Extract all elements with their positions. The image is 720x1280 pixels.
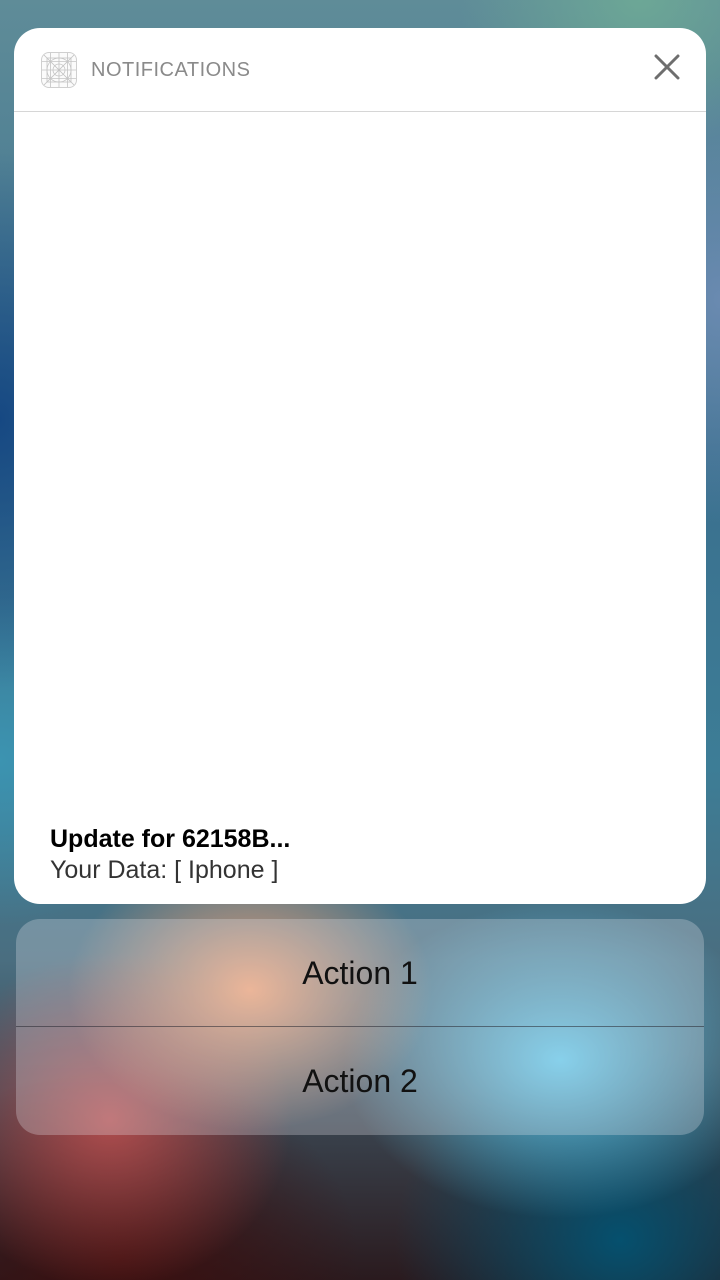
notification-card[interactable]: NOTIFICATIONS Update for 62158B... Your … <box>14 28 706 904</box>
action-2-button[interactable]: Action 2 <box>16 1027 704 1135</box>
app-placeholder-icon <box>41 52 77 88</box>
close-icon <box>654 54 680 85</box>
action-sheet: Action 1 Action 2 <box>16 919 704 1135</box>
header-title: NOTIFICATIONS <box>91 59 251 81</box>
notification-title: Update for 62158B... <box>50 825 291 853</box>
notification-body: Your Data: [ Iphone ] <box>50 856 279 884</box>
notification-header: NOTIFICATIONS <box>14 28 706 112</box>
action-1-button[interactable]: Action 1 <box>16 919 704 1027</box>
close-button[interactable] <box>648 50 686 88</box>
